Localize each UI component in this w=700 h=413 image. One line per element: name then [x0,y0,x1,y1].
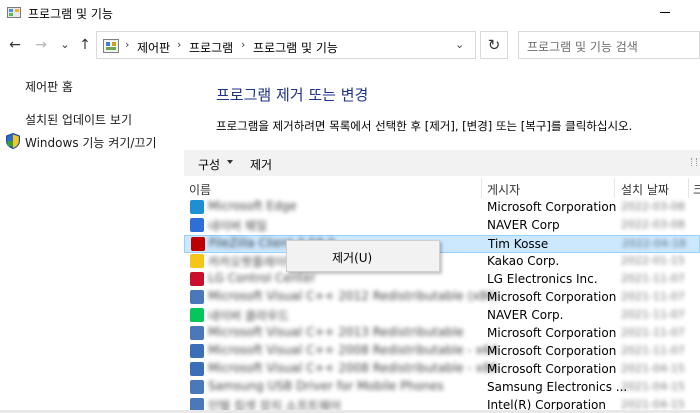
breadcrumb-control-panel[interactable]: 제어판 [137,39,170,56]
program-install-date: 2022-03-08 [621,200,685,213]
shield-icon [6,133,20,149]
potplayer-icon [190,254,204,268]
table-row[interactable]: Microsoft Visual C++ 2008 Redistributabl… [184,361,700,379]
search-input[interactable]: 프로그램 및 기능 검색 [518,31,700,59]
program-install-date: 2022-03-08 [621,218,685,231]
control-panel-icon [103,39,119,53]
program-name: 카카오팟플레이어 [208,255,297,269]
breadcrumb-programs[interactable]: 프로그램 [189,39,233,56]
address-bar[interactable]: › 제어판 › 프로그램 › 프로그램 및 기능 ⌄ [96,31,476,59]
forward-arrow-icon[interactable]: → [32,36,50,54]
program-publisher: Kakao Corp. [487,254,560,268]
page-description: 프로그램을 제거하려면 목록에서 선택한 후 [제거], [변경] 또는 [복구… [216,119,633,133]
address-dropdown-icon[interactable]: ⌄ [455,38,464,51]
command-bar: 구성 제거 [184,150,700,176]
program-name: Microsoft Edge [208,199,297,213]
toolbar-grip-icon [691,158,697,166]
program-publisher: Microsoft Corporation [487,344,617,358]
table-row[interactable]: Microsoft Visual C++ 2013 Redistributabl… [184,325,700,343]
lg-icon [190,272,204,286]
table-row[interactable]: 카카오팟플레이어 Kakao Corp. 2022-01-15 [184,253,700,271]
filezilla-icon [191,237,205,251]
table-row[interactable]: LG Control Center LG Electronics Inc. 2021… [184,271,700,289]
program-install-date: 2021-11-07 [621,272,685,285]
program-publisher: Microsoft Corporation [487,290,617,304]
program-name: Microsoft Visual C++ 2008 Redistributabl… [208,343,499,357]
program-publisher: NAVER Corp [487,218,560,232]
program-install-date: 2022-04-18 [622,237,686,250]
column-divider[interactable] [481,178,482,198]
refresh-icon[interactable]: ↻ [480,31,508,59]
program-name: LG Control Center [208,271,316,285]
program-publisher: Tim Kosse [488,237,549,251]
program-name: Microsoft Visual C++ 2013 Redistributabl… [208,325,464,339]
window-icon [190,344,204,358]
sidebar-item-installed-updates[interactable]: 설치된 업데이트 보기 [25,111,132,128]
program-name: 네이버 클라우드 [208,309,290,323]
table-row[interactable]: Microsoft Visual C++ 2012 Redistributabl… [184,289,700,307]
program-publisher: Microsoft Corporation [487,200,617,214]
program-name: Samsung USB Driver for Mobile Phones [208,379,444,393]
column-header-publisher[interactable]: 게시자 [487,181,520,198]
programs-features-icon [7,7,21,18]
table-row[interactable]: 네이버 클라우드 NAVER Corp. 2021-11-07 [184,307,700,325]
program-publisher: Microsoft Corporation [487,326,617,340]
table-row[interactable]: Microsoft Visual C++ 2008 Redistributabl… [184,343,700,361]
program-name: Microsoft Visual C++ 2008 Redistributabl… [208,361,499,375]
minimize-button[interactable] [648,0,688,24]
program-name: Microsoft Visual C++ 2012 Redistributabl… [208,289,500,303]
program-install-date: 2021-11-07 [621,326,685,339]
window-title: 프로그램 및 기능 [28,7,113,21]
page-title: 프로그램 제거 또는 변경 [216,86,369,104]
program-publisher: Microsoft Corporation [487,362,617,376]
program-install-date: 2021-04-15 [621,380,685,393]
installer-icon [190,380,204,394]
program-publisher: Samsung Electronics ... [487,380,628,394]
context-menu-uninstall[interactable]: 제거(U) [332,249,372,266]
breadcrumb-separator-icon: › [241,38,246,51]
table-row[interactable]: 네이버 웨일 NAVER Corp 2022-03-08 [184,217,700,235]
sidebar-item-control-panel-home[interactable]: 제어판 홈 [25,78,73,95]
column-divider[interactable] [614,178,615,198]
sidebar-item-windows-features[interactable]: Windows 기능 켜기/끄기 [25,134,156,151]
title-bar: 프로그램 및 기능 [0,0,700,26]
edge-icon [190,200,204,214]
organize-button[interactable]: 구성 [198,156,220,173]
program-install-date: 2021-11-07 [621,308,685,321]
context-menu: 제거(U) [286,240,440,272]
breadcrumb-separator-icon: › [177,38,182,51]
installer-icon [190,326,204,340]
chevron-down-icon[interactable] [227,160,233,164]
column-header-size[interactable]: 크 [693,181,700,198]
breadcrumb-programs-features[interactable]: 프로그램 및 기능 [253,39,338,56]
recent-locations-icon[interactable]: ⌄ [56,36,74,54]
table-row[interactable]: FileZilla Client 3.58.0 Tim Kosse 2022-04-… [184,235,700,253]
program-publisher: LG Electronics Inc. [487,272,598,286]
breadcrumb-separator-icon: › [125,38,130,51]
column-header: 이름 게시자 설치 날짜 크 [184,178,700,198]
table-row[interactable]: Microsoft Edge Microsoft Corporation 2022-… [184,199,700,217]
uninstall-button[interactable]: 제거 [250,156,272,173]
back-arrow-icon[interactable]: ← [6,36,24,54]
program-install-date: 2021-11-07 [621,344,685,357]
up-arrow-icon[interactable]: ↑ [76,36,94,54]
program-install-date: 2021-11-07 [621,290,685,303]
window-icon [190,362,204,376]
column-header-name[interactable]: 이름 [189,181,211,198]
naver-icon [190,308,204,322]
program-publisher: NAVER Corp. [487,308,564,322]
table-row[interactable]: Samsung USB Driver for Mobile Phones Sams… [184,379,700,397]
program-name: 네이버 웨일 [208,219,268,233]
column-header-install-date[interactable]: 설치 날짜 [621,181,669,198]
installer-icon [190,290,204,304]
whale-icon [190,218,204,232]
program-install-date: 2021-04-15 [621,362,685,375]
program-install-date: 2022-01-15 [621,254,685,267]
navigation-bar: ← → ⌄ ↑ › 제어판 › 프로그램 › 프로그램 및 기능 ⌄ ↻ 프로그… [0,28,700,62]
column-divider[interactable] [688,178,689,198]
